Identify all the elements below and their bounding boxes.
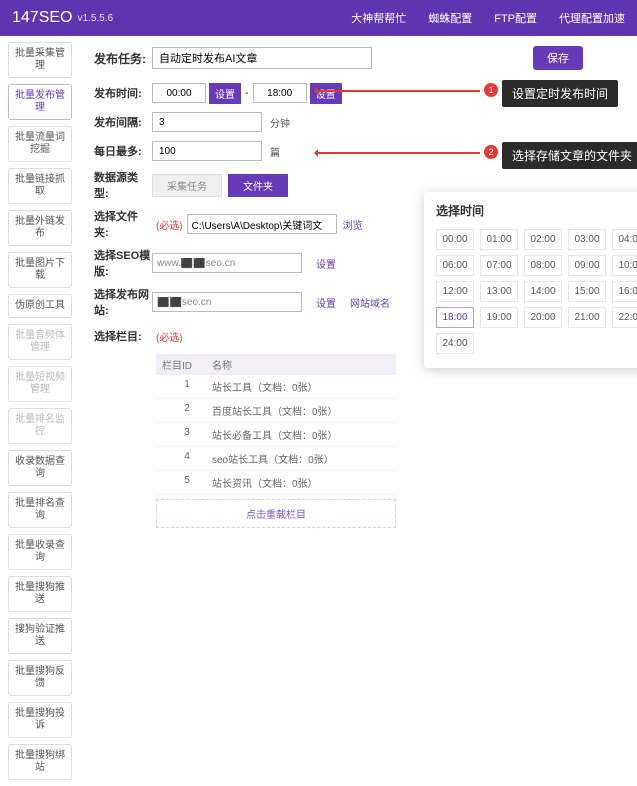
sidebar-item[interactable]: 批量搜狗推送 — [8, 576, 72, 612]
time-cell[interactable]: 20:00 — [524, 307, 562, 328]
table-row[interactable]: 2百度站长工具（文档：0张） — [156, 399, 396, 423]
source-type-label: 数据源类型: — [94, 169, 152, 201]
nav-spider[interactable]: 蜘蛛配置 — [428, 10, 472, 26]
th-id: 栏目ID — [162, 357, 212, 372]
interval-input[interactable] — [152, 112, 262, 132]
annotation-badge-1: 1 — [484, 83, 498, 97]
time-cell[interactable]: 10:00 — [612, 255, 637, 276]
time-grid: 00:0001:0002:0003:0004:0005:0006:0007:00… — [436, 229, 637, 354]
template-label: 选择SEO模版: — [94, 247, 152, 279]
sidebar-item[interactable]: 伪原创工具 — [8, 294, 72, 318]
annotation-arrow-2 — [316, 152, 480, 154]
interval-label: 发布间隔: — [94, 114, 152, 130]
time-to-input[interactable] — [253, 83, 307, 103]
sidebar-item[interactable]: 收录数据查询 — [8, 450, 72, 486]
time-cell[interactable]: 13:00 — [480, 281, 518, 302]
popover-title: 选择时间 — [436, 202, 637, 219]
time-cell[interactable]: 19:00 — [480, 307, 518, 328]
sidebar-item: 批量排名监控 — [8, 408, 72, 444]
annotation-arrow-1 — [316, 90, 480, 92]
time-cell[interactable]: 15:00 — [568, 281, 606, 302]
sidebar-item[interactable]: 批量图片下载 — [8, 252, 72, 288]
nav-help[interactable]: 大神帮帮忙 — [351, 10, 406, 26]
time-cell[interactable]: 07:00 — [480, 255, 518, 276]
app-header: 147SEO v1.5.5.6 大神帮帮忙 蜘蛛配置 FTP配置 代理配置加速 — [0, 0, 637, 36]
sidebar-item[interactable]: 批量流量词挖掘 — [8, 126, 72, 162]
folder-label: 选择文件夹: — [94, 208, 152, 240]
time-cell[interactable]: 03:00 — [568, 229, 606, 250]
th-name: 名称 — [212, 357, 232, 372]
sidebar-item[interactable]: 批量链接抓取 — [8, 168, 72, 204]
sidebar-item[interactable]: 批量排名查询 — [8, 492, 72, 528]
sidebar-item[interactable]: 批量收录查询 — [8, 534, 72, 570]
nav-proxy[interactable]: 代理配置加速 — [559, 10, 625, 26]
column-required: (必选) — [156, 329, 183, 344]
save-button[interactable]: 保存 — [533, 46, 583, 70]
nav-ftp[interactable]: FTP配置 — [494, 10, 537, 26]
set-from-button[interactable]: 设置 — [209, 83, 241, 104]
table-row[interactable]: 1站长工具（文档：0张） — [156, 375, 396, 399]
daily-max-unit: 篇 — [270, 144, 280, 159]
annotation-badge-2: 2 — [484, 145, 498, 159]
task-name-input[interactable] — [152, 47, 372, 69]
publish-time-label: 发布时间: — [94, 85, 152, 101]
time-picker-popover: 选择时间 00:0001:0002:0003:0004:0005:0006:00… — [424, 192, 637, 368]
sidebar-item[interactable]: 批量搜狗反馈 — [8, 660, 72, 696]
time-cell[interactable]: 18:00 — [436, 307, 474, 328]
annotation-callout-1: 设置定时发布时间 — [502, 80, 618, 107]
table-row[interactable]: 5站长资讯（文档：0张） — [156, 471, 396, 495]
time-cell[interactable]: 00:00 — [436, 229, 474, 250]
source-folder-button[interactable]: 文件夹 — [228, 174, 288, 197]
version: v1.5.5.6 — [77, 13, 113, 24]
folder-required: (必选) — [156, 217, 183, 232]
time-cell[interactable]: 14:00 — [524, 281, 562, 302]
brand: 147SEO — [12, 9, 72, 27]
time-cell[interactable]: 04:00 — [612, 229, 637, 250]
main-panel: 发布任务: 保存 发布时间: 设置 - 设置 发布间隔: 分钟 每日最多: 篇 … — [80, 36, 637, 786]
column-table: 栏目ID 名称 1站长工具（文档：0张）2百度站长工具（文档：0张）3站长必备工… — [156, 354, 396, 528]
sidebar-item[interactable]: 批量搜狗投诉 — [8, 702, 72, 738]
time-cell[interactable]: 16:00 — [612, 281, 637, 302]
site-label: 选择发布网站: — [94, 286, 152, 318]
template-input[interactable] — [152, 253, 302, 273]
daily-max-input[interactable] — [152, 141, 262, 161]
sidebar-item: 批量音频体管理 — [8, 324, 72, 360]
annotation-callout-2: 选择存储文章的文件夹 — [502, 142, 637, 169]
site-set-link[interactable]: 设置 — [316, 295, 336, 310]
task-label: 发布任务: — [94, 50, 152, 67]
source-collect-button[interactable]: 采集任务 — [152, 174, 222, 197]
time-cell[interactable]: 21:00 — [568, 307, 606, 328]
sidebar: 批量采集管理批量发布管理批量流量词挖掘批量链接抓取批量外链发布批量图片下载伪原创… — [0, 36, 80, 786]
time-cell[interactable]: 01:00 — [480, 229, 518, 250]
sidebar-item[interactable]: 批量外链发布 — [8, 210, 72, 246]
daily-max-label: 每日最多: — [94, 143, 152, 159]
reload-columns-button[interactable]: 点击重载栏目 — [156, 499, 396, 528]
time-cell[interactable]: 12:00 — [436, 281, 474, 302]
sidebar-item[interactable]: 批量采集管理 — [8, 42, 72, 78]
time-cell[interactable]: 24:00 — [436, 333, 474, 354]
sidebar-item[interactable]: 搜狗验证推送 — [8, 618, 72, 654]
table-row[interactable]: 3站长必备工具（文档：0张） — [156, 423, 396, 447]
site-domain-link[interactable]: 网站域名 — [350, 295, 390, 310]
table-row[interactable]: 4seo站长工具（文档：0张） — [156, 447, 396, 471]
time-from-input[interactable] — [152, 83, 206, 103]
time-cell[interactable]: 08:00 — [524, 255, 562, 276]
sidebar-item: 批量短视频管理 — [8, 366, 72, 402]
site-input[interactable] — [152, 292, 302, 312]
interval-unit: 分钟 — [270, 115, 290, 130]
time-cell[interactable]: 02:00 — [524, 229, 562, 250]
folder-path-input[interactable] — [187, 214, 337, 234]
browse-button[interactable]: 浏览 — [343, 217, 363, 232]
template-set-link[interactable]: 设置 — [316, 256, 336, 271]
time-cell[interactable]: 06:00 — [436, 255, 474, 276]
time-cell[interactable]: 22:00 — [612, 307, 637, 328]
sidebar-item[interactable]: 批量搜狗绑站 — [8, 744, 72, 780]
time-cell[interactable]: 09:00 — [568, 255, 606, 276]
top-nav: 大神帮帮忙 蜘蛛配置 FTP配置 代理配置加速 — [351, 10, 625, 26]
sidebar-item[interactable]: 批量发布管理 — [8, 84, 72, 120]
column-label: 选择栏目: — [94, 328, 152, 344]
